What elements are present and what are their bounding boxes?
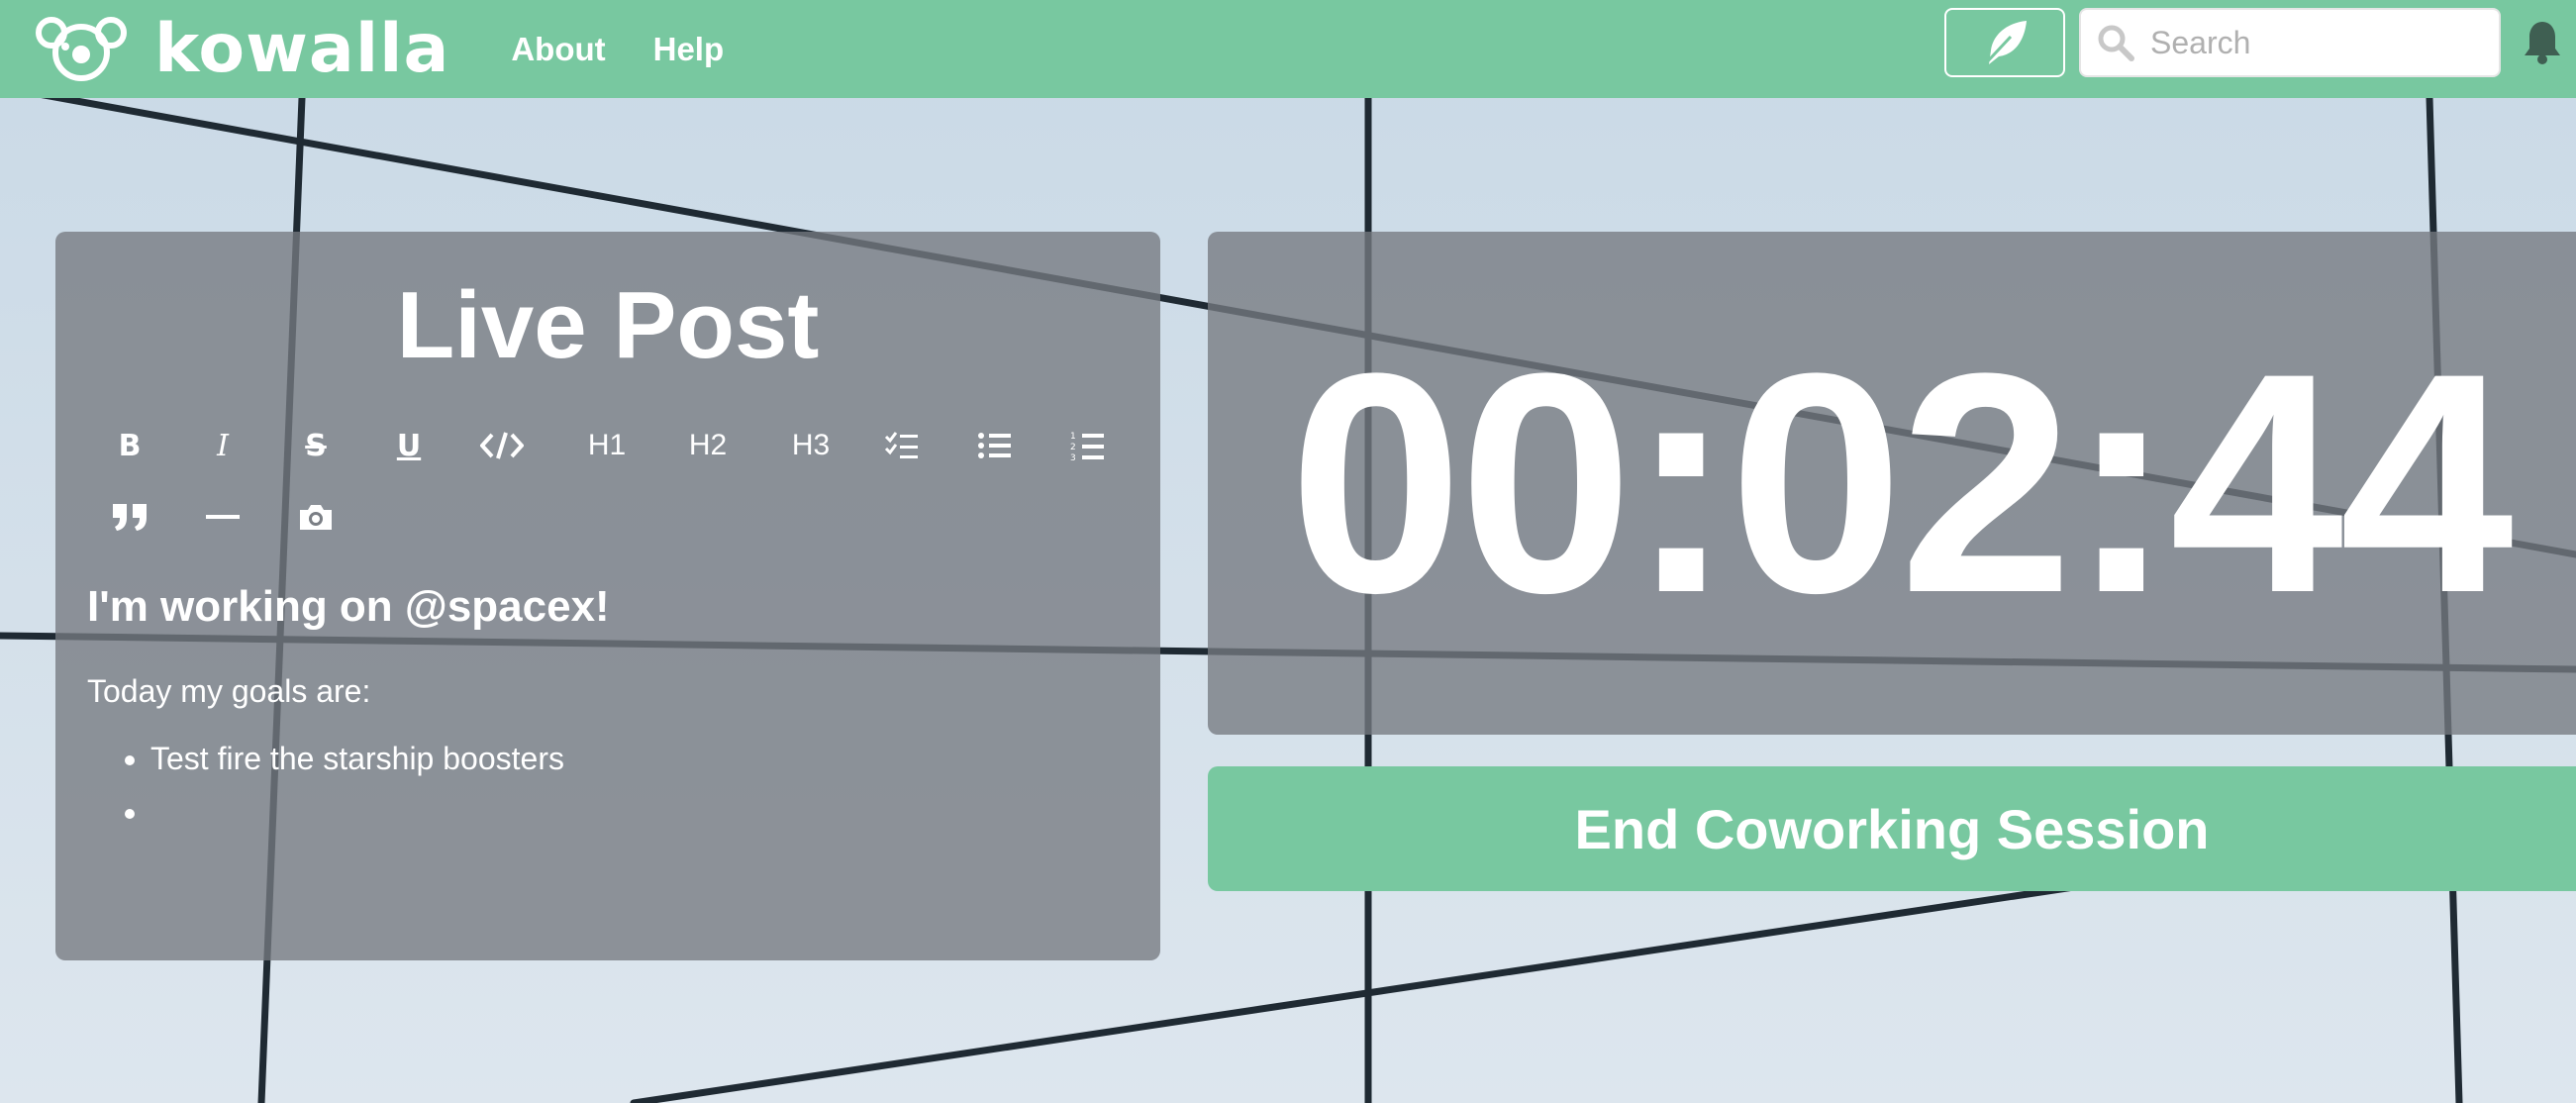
- checklist-button[interactable]: [867, 418, 937, 473]
- post-paragraph[interactable]: Today my goals are:: [87, 673, 370, 710]
- quote-button[interactable]: [95, 489, 164, 545]
- code-button[interactable]: [467, 418, 537, 473]
- end-session-button[interactable]: End Coworking Session: [1208, 766, 2576, 891]
- nav-link-help[interactable]: Help: [653, 31, 725, 68]
- new-post-button[interactable]: [1944, 8, 2065, 77]
- koala-logo-icon: [36, 16, 127, 81]
- numbered-list-button[interactable]: 1 2 3: [1053, 418, 1123, 473]
- quote-icon: [113, 504, 147, 531]
- feather-icon: [1981, 21, 2027, 68]
- svg-text:2: 2: [1070, 443, 1076, 452]
- post-heading[interactable]: I'm working on @spacex!: [87, 582, 610, 632]
- brand-name: kowalla: [154, 10, 450, 88]
- bell-icon[interactable]: [2523, 20, 2562, 65]
- search-icon: [2098, 25, 2134, 61]
- brand-logo[interactable]: kowalla: [36, 10, 449, 88]
- live-post-title: Live Post: [396, 272, 820, 378]
- timer-panel: 00:02:44: [1208, 232, 2576, 735]
- search-input[interactable]: [2148, 23, 2489, 62]
- italic-button[interactable]: I: [188, 418, 257, 473]
- session-timer: 00:02:44: [1289, 308, 2514, 657]
- bullet-list-icon: [978, 433, 1011, 458]
- goals-list: Test fire the starship boosters: [87, 739, 564, 846]
- strikethrough-button[interactable]: S: [281, 418, 350, 473]
- numbered-list-icon: 1 2 3: [1070, 432, 1104, 461]
- bullet-list-button[interactable]: [960, 418, 1030, 473]
- nav-link-about[interactable]: About: [511, 31, 605, 68]
- live-post-panel: Live Post B I S U H1 H2 H3 1 2 3 I'm wor…: [55, 232, 1160, 960]
- horizontal-rule-icon: [206, 515, 240, 519]
- bold-button[interactable]: B: [95, 418, 164, 473]
- svg-text:3: 3: [1070, 453, 1076, 461]
- search-bar[interactable]: [2079, 8, 2501, 77]
- heading1-button[interactable]: H1: [572, 418, 642, 473]
- camera-icon: [300, 505, 332, 530]
- underline-button[interactable]: U: [374, 418, 444, 473]
- checklist-icon: [884, 432, 918, 458]
- top-navbar: kowalla About Help: [0, 0, 2576, 98]
- horizontal-rule-button[interactable]: [188, 489, 257, 545]
- code-icon: [480, 432, 524, 459]
- image-upload-button[interactable]: [281, 489, 350, 545]
- list-item[interactable]: Test fire the starship boosters: [150, 739, 564, 792]
- list-item[interactable]: [150, 792, 564, 846]
- heading2-button[interactable]: H2: [673, 418, 743, 473]
- svg-text:1: 1: [1070, 432, 1076, 442]
- heading3-button[interactable]: H3: [776, 418, 845, 473]
